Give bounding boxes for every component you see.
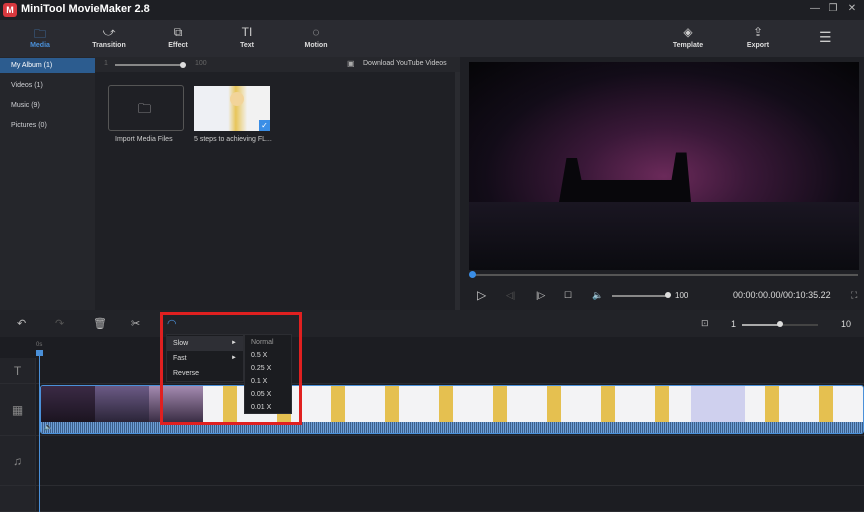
tab-effect[interactable]: ⧉ Effect bbox=[148, 20, 208, 57]
tab-label: Text bbox=[240, 42, 254, 49]
app-title: MiniTool MovieMaker 2.8 bbox=[21, 3, 150, 15]
undo-icon[interactable]: ↶ bbox=[17, 317, 26, 330]
clip-volume-icon[interactable]: 🔈 bbox=[44, 423, 53, 431]
checkmark-icon[interactable]: ✓ bbox=[259, 120, 270, 131]
bridge-silhouette bbox=[559, 152, 691, 202]
youtube-icon: ▣ bbox=[347, 59, 355, 68]
media-library: 1 100 ▣ Download YouTube Videos 🗀 Import… bbox=[95, 57, 460, 310]
music-note-icon: ♫ bbox=[0, 436, 36, 485]
clip-thumbnail bbox=[95, 386, 149, 422]
next-frame-button[interactable]: |▷ bbox=[536, 290, 545, 301]
playhead-handle[interactable] bbox=[36, 350, 43, 356]
minimize-button[interactable]: — bbox=[808, 3, 822, 14]
clip-thumbnails-strip bbox=[745, 386, 863, 422]
sidebar-item-music[interactable]: Music (9) bbox=[0, 98, 95, 113]
volume-knob[interactable] bbox=[665, 292, 671, 298]
timeline-zoom-min: 1 bbox=[731, 319, 737, 329]
timeline-ruler[interactable]: 0s bbox=[0, 337, 864, 358]
progress-knob[interactable] bbox=[469, 271, 476, 278]
sidebar-item-pictures[interactable]: Pictures (0) bbox=[0, 118, 95, 133]
timeline-zoom-knob[interactable] bbox=[777, 321, 783, 327]
title-bar: M MiniTool MovieMaker 2.8 — ❐ ✕ bbox=[0, 0, 864, 20]
delete-icon[interactable]: 🗑 bbox=[93, 317, 107, 330]
restore-button[interactable]: ❐ bbox=[826, 3, 840, 14]
play-button[interactable]: ▷ bbox=[477, 288, 486, 302]
fit-timeline-icon[interactable]: ⊡ bbox=[701, 318, 709, 329]
clip-thumbnail bbox=[691, 386, 745, 422]
redo-icon[interactable]: ↷ bbox=[55, 317, 64, 330]
tab-media[interactable]: 🗀 Media bbox=[10, 20, 70, 57]
volume-slider[interactable] bbox=[612, 295, 668, 297]
ruler-start-label: 0s bbox=[36, 342, 43, 348]
import-label: Import Media Files bbox=[115, 136, 173, 143]
import-media-button[interactable]: 🗀 bbox=[108, 85, 184, 131]
person-thumbnail bbox=[230, 92, 244, 106]
slider-knob[interactable] bbox=[180, 62, 186, 68]
thumbnail-size-slider[interactable] bbox=[115, 64, 183, 66]
time-display: 00:00:00.00/00:10:35.22 bbox=[733, 290, 831, 300]
tab-text[interactable]: TI Text bbox=[217, 20, 277, 57]
sidebar-item-my-album[interactable]: My Album (1) bbox=[0, 58, 95, 73]
media-bar: 1 100 ▣ Download YouTube Videos bbox=[95, 57, 460, 72]
close-button[interactable]: ✕ bbox=[845, 3, 859, 14]
music-track: ♫ bbox=[0, 436, 864, 486]
effect-icon: ⧉ bbox=[173, 25, 183, 39]
sidebar-item-videos[interactable]: Videos (1) bbox=[0, 78, 95, 93]
template-button[interactable]: ◈ Template bbox=[658, 20, 718, 57]
media-clip-thumbnail[interactable]: ✓ bbox=[194, 86, 270, 131]
timeline-toolbar: ↶ ↷ 🗑 ✂ ◠ ⊡ 1 10 bbox=[0, 310, 864, 337]
menu-icon[interactable]: ☰ bbox=[819, 29, 832, 46]
video-preview bbox=[469, 62, 859, 270]
export-icon: ⇪ bbox=[752, 25, 764, 39]
download-youtube-link[interactable]: Download YouTube Videos bbox=[363, 60, 447, 67]
text-track: T bbox=[0, 358, 864, 384]
text-icon: TI bbox=[241, 25, 253, 39]
folder-icon: 🗀 bbox=[33, 27, 46, 41]
tab-label: Motion bbox=[304, 42, 328, 49]
volume-value: 100 bbox=[675, 291, 689, 300]
film-icon: ▦ bbox=[0, 384, 36, 435]
stop-button[interactable]: ☐ bbox=[564, 290, 572, 301]
motion-icon: ◌ bbox=[312, 25, 320, 39]
export-button[interactable]: ⇪ Export bbox=[728, 20, 788, 57]
text-track-icon: T bbox=[0, 358, 36, 383]
tab-label: Effect bbox=[168, 42, 188, 49]
clip-thumbnail bbox=[41, 386, 95, 422]
zoom-max-label: 100 bbox=[195, 60, 207, 67]
scissors-icon[interactable]: ✂ bbox=[131, 317, 140, 330]
transition-icon: ⤻ bbox=[102, 25, 116, 39]
media-clip-label: 5 steps to achieving FL... bbox=[194, 136, 272, 143]
previous-frame-button[interactable]: ◁| bbox=[506, 290, 515, 301]
timeline-zoom-fill bbox=[742, 324, 780, 326]
river-area bbox=[469, 202, 859, 270]
volume-icon[interactable]: 🔈 bbox=[592, 290, 603, 301]
timeline-zoom-max: 10 bbox=[841, 319, 852, 329]
highlight-box bbox=[160, 312, 302, 425]
playback-progress-bar[interactable] bbox=[472, 274, 858, 276]
extra-track bbox=[0, 486, 864, 512]
track-header bbox=[0, 486, 36, 511]
zoom-min-label: 1 bbox=[104, 60, 108, 67]
button-label: Export bbox=[746, 42, 770, 49]
layers-icon: ◈ bbox=[683, 25, 693, 39]
preview-panel: ▷ ◁| |▷ ☐ 🔈 100 00:00:00.00/00:10:35.22 … bbox=[460, 57, 864, 310]
fullscreen-icon[interactable]: ⛶ bbox=[851, 290, 857, 301]
media-sidebar: My Album (1) Videos (1) Music (9) Pictur… bbox=[0, 57, 95, 310]
tab-motion[interactable]: ◌ Motion bbox=[286, 20, 346, 57]
playhead[interactable] bbox=[39, 350, 40, 512]
tab-transition[interactable]: ⤻ Transition bbox=[79, 20, 139, 57]
tab-label: Media bbox=[30, 42, 50, 49]
tab-label: Transition bbox=[92, 42, 126, 49]
button-label: Template bbox=[672, 42, 704, 49]
import-folder-icon: 🗀 bbox=[138, 101, 152, 116]
app-logo: M bbox=[3, 3, 17, 17]
main-toolbar: 🗀 Media ⤻ Transition ⧉ Effect TI Text ◌ Motio… bbox=[0, 20, 864, 57]
